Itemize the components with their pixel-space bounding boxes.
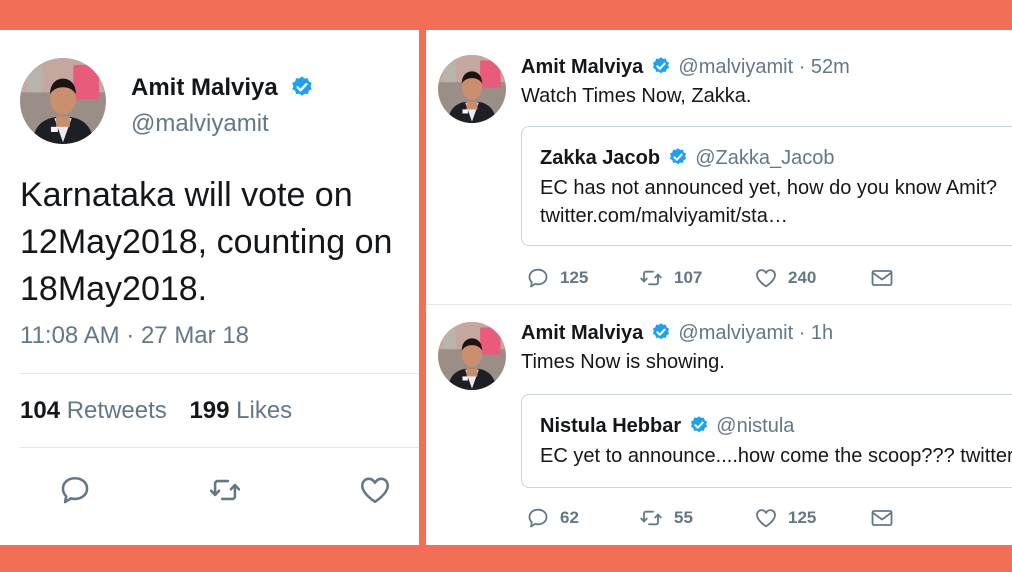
retweet-icon[interactable]: [207, 473, 243, 507]
verified-badge-icon: [651, 56, 671, 76]
divider: [20, 373, 419, 374]
quote-header: Zakka Jacob @Zakka_Jacob: [540, 147, 834, 170]
tweet-timestamp[interactable]: 11:08 AM · 27 Mar 18: [20, 322, 249, 350]
divider: [426, 304, 1012, 305]
avatar[interactable]: [438, 55, 506, 123]
author-handle[interactable]: @malviyamit: [678, 56, 793, 78]
retweet-count: 55: [674, 508, 693, 527]
author-name[interactable]: Amit Malviya: [131, 74, 278, 101]
dm-action[interactable]: [870, 505, 894, 531]
reply-icon: [526, 266, 550, 290]
like-count: 240: [788, 268, 817, 287]
reply-action[interactable]: 125: [526, 265, 588, 291]
tweet-text: Watch Times Now, Zakka.: [521, 85, 752, 107]
reply-count: 62: [560, 508, 579, 527]
tweet-header: Amit Malviya @malviyamit · 1h: [521, 322, 833, 345]
author-handle[interactable]: @malviyamit: [131, 110, 269, 138]
like-count: 125: [788, 508, 817, 527]
likes-count: 199: [189, 397, 230, 424]
quote-text-line: EC has not announced yet, how do you kno…: [540, 177, 997, 199]
author-name[interactable]: Amit Malviya: [521, 56, 643, 78]
quote-link[interactable]: twitter.com/malviyamit/sta…: [540, 202, 788, 230]
tweet-text: Karnataka will vote on 12May2018, counti…: [20, 176, 393, 308]
like-icon: [754, 266, 778, 290]
retweet-action[interactable]: 107: [638, 265, 702, 291]
dm-icon: [870, 266, 894, 290]
quoted-tweet[interactable]: Zakka Jacob @Zakka_Jacob EC has not anno…: [521, 126, 1012, 246]
author-handle[interactable]: @malviyamit: [678, 322, 793, 344]
likes-stat[interactable]: 199 Likes: [189, 397, 292, 424]
quoted-tweet[interactable]: Nistula Hebbar @nistula EC yet to announ…: [521, 394, 1012, 488]
avatar[interactable]: [438, 322, 506, 390]
right-timeline: Amit Malviya @malviyamit · 52m Watch Tim…: [426, 30, 1012, 545]
reply-icon: [526, 506, 550, 530]
like-icon: [754, 506, 778, 530]
divider: [20, 447, 419, 448]
quote-header: Nistula Hebbar @nistula: [540, 415, 794, 438]
left-tweet-card: Amit Malviya @malviyamit Karnataka will …: [0, 30, 419, 545]
retweet-icon: [638, 266, 664, 290]
quote-author-name: Zakka Jacob: [540, 147, 661, 169]
reply-action[interactable]: 62: [526, 505, 579, 531]
reply-icon[interactable]: [58, 473, 92, 507]
author-name-row[interactable]: Amit Malviya: [131, 74, 314, 102]
dm-action[interactable]: [870, 265, 894, 291]
tweet-header: Amit Malviya @malviyamit · 52m: [521, 56, 850, 79]
like-icon[interactable]: [358, 473, 392, 507]
verified-badge-icon: [651, 322, 671, 342]
retweet-action[interactable]: 55: [638, 505, 693, 531]
retweet-count: 107: [674, 268, 703, 287]
quote-author-handle: @Zakka_Jacob: [695, 147, 835, 169]
tweet-timestamp[interactable]: · 1h: [799, 322, 833, 344]
author-name[interactable]: Amit Malviya: [521, 322, 643, 344]
retweets-stat[interactable]: 104 Retweets: [20, 397, 167, 424]
tweet-timestamp[interactable]: · 52m: [799, 56, 850, 78]
like-action[interactable]: 125: [754, 505, 816, 531]
quote-text-line: EC yet to announce....how come the scoop…: [540, 445, 1012, 467]
verified-badge-icon: [689, 415, 709, 435]
tweet-stats: 104 Retweets 199 Likes: [20, 397, 292, 425]
avatar[interactable]: [20, 58, 106, 144]
tweet-text: Times Now is showing.: [521, 351, 725, 373]
retweets-count: 104: [20, 397, 61, 424]
verified-badge-icon: [290, 75, 314, 99]
retweets-label: Retweets: [66, 397, 167, 424]
verified-badge-icon: [668, 147, 688, 167]
quote-author-name: Nistula Hebbar: [540, 415, 682, 437]
reply-count: 125: [560, 268, 589, 287]
dm-icon: [870, 506, 894, 530]
likes-label: Likes: [236, 397, 293, 424]
retweet-icon: [638, 506, 664, 530]
like-action[interactable]: 240: [754, 265, 816, 291]
quote-author-handle: @nistula: [716, 415, 795, 437]
